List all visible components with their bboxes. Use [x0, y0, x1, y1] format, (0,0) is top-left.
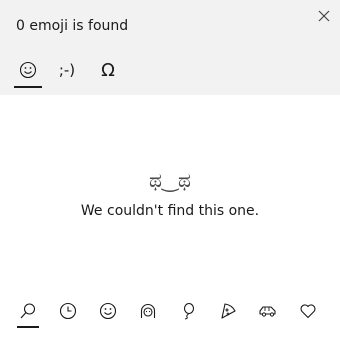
emoji-panel: 0 emoji is found ☺ ;-) Ω ಥ‿ಥ We couldn't… [0, 0, 340, 338]
people-icon [140, 303, 156, 318]
category-recent[interactable] [55, 296, 81, 326]
empty-state-message: We couldn't find this one. [80, 203, 260, 219]
travel-car-icon [259, 306, 276, 317]
tab-emoji[interactable]: ☺ [12, 54, 44, 88]
category-celebration[interactable] [175, 296, 201, 326]
tab-kaomoji[interactable]: ;-) [51, 54, 83, 86]
empty-state-face: ಥ‿ಥ [149, 168, 191, 192]
smiley-face-icon [99, 302, 117, 320]
category-bar [0, 296, 340, 336]
omega-icon: Ω [101, 59, 115, 81]
close-button[interactable] [312, 4, 336, 28]
celebration-balloon-icon [183, 302, 195, 320]
recent-clock-icon [59, 302, 77, 320]
food-pizza-icon [221, 303, 236, 319]
search-icon [20, 303, 36, 319]
tab-symbols[interactable]: Ω [92, 54, 124, 86]
category-food[interactable] [215, 296, 241, 326]
panel-header: 0 emoji is found ☺ ;-) Ω [0, 0, 340, 95]
category-symbols-heart[interactable] [295, 296, 321, 326]
heart-icon [300, 304, 316, 319]
results-count-title: 0 emoji is found [16, 18, 129, 34]
kaomoji-tab-label: ;-) [58, 61, 76, 79]
category-smileys[interactable] [95, 296, 121, 326]
close-icon [318, 10, 330, 22]
category-travel[interactable] [255, 296, 281, 326]
emoji-smiley-icon [19, 61, 37, 79]
category-search[interactable] [15, 296, 41, 328]
category-people[interactable] [135, 296, 161, 326]
